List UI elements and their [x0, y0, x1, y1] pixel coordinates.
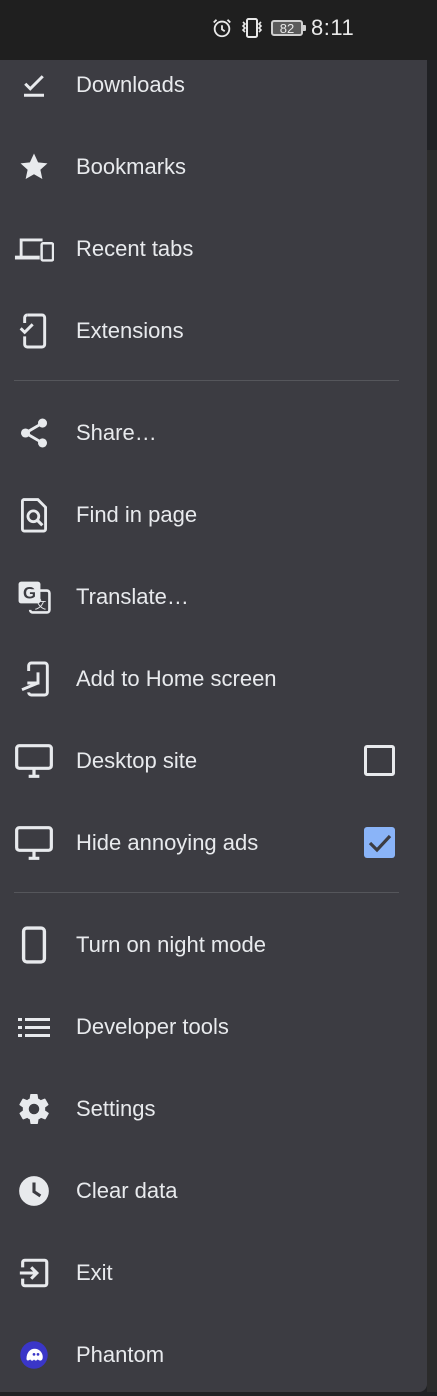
share-icon [14, 413, 54, 453]
menu-label-hide-ads: Hide annoying ads [76, 830, 259, 855]
checkmark-icon [368, 834, 391, 852]
menu-label-settings: Settings [76, 1096, 156, 1121]
menu-item-extensions[interactable]: Extensions [0, 290, 427, 372]
menu-label-exit: Exit [76, 1260, 113, 1285]
desktop-site-checkbox[interactable] [364, 745, 395, 776]
menu-label-share: Share… [76, 420, 157, 445]
menu-label-clear-data: Clear data [76, 1178, 178, 1203]
menu-item-settings[interactable]: Settings [0, 1068, 427, 1150]
hide-ads-checkbox[interactable] [364, 827, 395, 858]
phone-icon [14, 925, 54, 965]
alarm-icon [211, 17, 233, 39]
monitor-icon [14, 823, 54, 863]
battery-indicator: 82 [271, 20, 306, 36]
add-to-home-icon [14, 659, 54, 699]
menu-label-translate: Translate… [76, 584, 189, 609]
menu-item-developer-tools[interactable]: Developer tools [0, 986, 427, 1068]
translate-icon: G文 [14, 577, 54, 617]
menu-label-extensions: Extensions [76, 318, 184, 343]
menu-label-recent-tabs: Recent tabs [76, 236, 194, 261]
page-background-strip [427, 60, 437, 1392]
find-in-page-icon [14, 495, 54, 535]
devices-icon [14, 229, 54, 269]
overflow-menu: Downloads Bookmarks Recent tabs Extensio… [0, 60, 427, 1392]
star-icon [14, 147, 54, 187]
menu-label-find-in-page: Find in page [76, 502, 198, 527]
menu-item-bookmarks[interactable]: Bookmarks [0, 126, 427, 208]
menu-label-bookmarks: Bookmarks [76, 154, 187, 179]
menu-item-phantom[interactable]: Phantom [0, 1314, 427, 1396]
menu-item-translate[interactable]: G文 Translate… [0, 556, 427, 638]
menu-divider-2 [14, 892, 399, 893]
menu-divider-1 [14, 380, 399, 381]
phone-check-icon [14, 311, 54, 351]
menu-item-exit[interactable]: Exit [0, 1232, 427, 1314]
menu-label-developer-tools: Developer tools [76, 1014, 229, 1039]
menu-item-recent-tabs[interactable]: Recent tabs [0, 208, 427, 290]
menu-item-hide-ads[interactable]: Hide annoying ads [0, 802, 427, 884]
monitor-icon [14, 741, 54, 781]
menu-label-add-to-home: Add to Home screen [76, 666, 277, 691]
menu-item-clear-data[interactable]: Clear data [0, 1150, 427, 1232]
menu-label-downloads: Downloads [76, 72, 185, 97]
menu-label-night-mode: Turn on night mode [76, 932, 266, 957]
menu-label-phantom: Phantom [76, 1342, 165, 1367]
vibrate-icon [239, 17, 265, 39]
menu-item-desktop-site[interactable]: Desktop site [0, 720, 427, 802]
exit-icon [14, 1253, 54, 1293]
menu-item-share[interactable]: Share… [0, 392, 427, 474]
menu-item-find-in-page[interactable]: Find in page [0, 474, 427, 556]
gear-icon [14, 1089, 54, 1129]
menu-item-downloads[interactable]: Downloads [0, 44, 427, 126]
phantom-ghost-icon [14, 1335, 54, 1375]
menu-item-night-mode[interactable]: Turn on night mode [0, 904, 427, 986]
clock-time: 8:11 [311, 15, 355, 40]
status-icons: 82 8:11 [211, 15, 355, 40]
download-done-icon [14, 65, 54, 105]
menu-item-add-to-home[interactable]: Add to Home screen [0, 638, 427, 720]
clock-icon [14, 1171, 54, 1211]
list-icon [14, 1007, 54, 1047]
menu-label-desktop-site: Desktop site [76, 748, 198, 773]
svg-text:文: 文 [35, 598, 47, 612]
